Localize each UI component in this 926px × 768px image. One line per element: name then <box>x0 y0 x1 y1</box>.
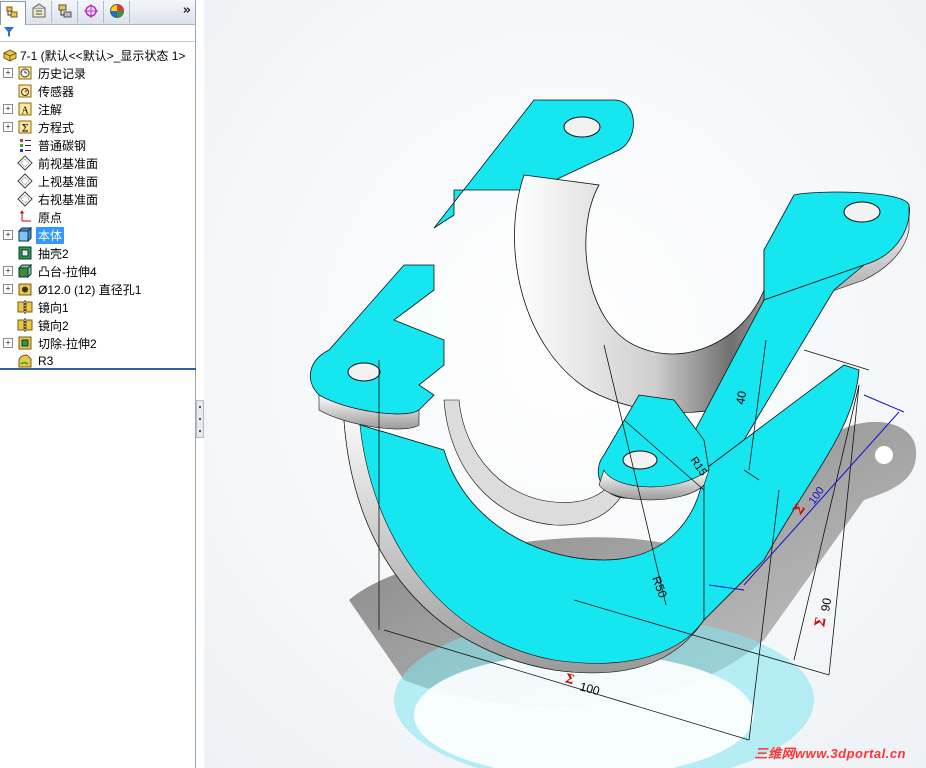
part-icon <box>2 47 18 63</box>
expand-toggle[interactable]: + <box>3 230 13 240</box>
tree-item-label: 镜向2 <box>38 318 69 333</box>
tree-item-label: Ø12.0 (12) 直径孔1 <box>38 282 142 297</box>
equation-icon: Σ <box>17 119 33 135</box>
panel-collapse-handle[interactable] <box>196 400 204 438</box>
svg-text:A: A <box>22 106 30 117</box>
tree-item[interactable]: 上视基准面 <box>0 172 196 190</box>
extrude-icon <box>17 227 33 243</box>
property-manager-tab[interactable] <box>26 1 52 23</box>
tree-item-label: 抽壳2 <box>38 246 69 261</box>
dimxpert-tab[interactable] <box>78 1 104 23</box>
sensor-icon <box>17 83 33 99</box>
expand-toggle[interactable]: + <box>3 68 13 78</box>
tree-item[interactable]: + Ø12.0 (12) 直径孔1 <box>0 280 196 298</box>
tree-item[interactable]: + A 注解 <box>0 100 196 118</box>
model-view: R50 R15 40 100 Σ 90 Σ 100 Σ <box>204 0 926 768</box>
rollback-bar[interactable] <box>0 368 196 370</box>
tree-item-label: 前视基准面 <box>38 156 99 171</box>
filter-icon <box>4 26 14 40</box>
plane-icon <box>17 155 33 171</box>
tree-item[interactable]: + 本体 <box>0 226 196 244</box>
origin-icon <box>17 209 33 225</box>
tree-item[interactable]: 抽壳2 <box>0 244 196 262</box>
cut-extrude-icon <box>17 335 33 351</box>
dim-40[interactable]: 40 <box>733 390 749 406</box>
expand-toggle[interactable]: + <box>3 284 13 294</box>
tree-item[interactable]: 普通碳钢 <box>0 136 196 154</box>
display-icon <box>109 3 125 22</box>
tree-item[interactable]: 镜向1 <box>0 298 196 316</box>
dim-90[interactable]: 90 <box>818 597 834 613</box>
tree-item[interactable]: 原点 <box>0 208 196 226</box>
tree-item[interactable]: + 历史记录 <box>0 64 196 82</box>
feature-manager-panel: » 7-1 (默认<<默认>_显示状态 1> + 历史记录传感器 + A 注解 + Σ 方程式… <box>0 0 196 768</box>
display-manager-tab[interactable] <box>104 1 130 23</box>
tree-item-label: 方程式 <box>38 120 75 135</box>
mirror-icon <box>17 299 33 315</box>
expand-toggle[interactable]: + <box>3 122 13 132</box>
boss-extrude-icon <box>17 263 33 279</box>
tree-item-label: 右视基准面 <box>38 192 99 207</box>
configuration-icon <box>57 3 73 22</box>
svg-text:Σ: Σ <box>22 124 29 135</box>
hole-icon <box>17 281 33 297</box>
property-icon <box>31 2 47 22</box>
tree-item-label: 凸台-拉伸4 <box>38 264 97 279</box>
plane-icon <box>17 191 33 207</box>
shell-icon <box>17 245 33 261</box>
plane-icon <box>17 173 33 189</box>
expand-toggle[interactable]: + <box>3 104 13 114</box>
annotation-icon: A <box>17 101 33 117</box>
tree-item[interactable]: + 切除-拉伸2 <box>0 334 196 352</box>
tree-item-label: 切除-拉伸2 <box>38 336 97 351</box>
tree-root-part[interactable]: 7-1 (默认<<默认>_显示状态 1> <box>0 46 196 64</box>
material-icon <box>17 137 33 153</box>
watermark-text: 三维网www.3dportal.cn <box>754 746 906 761</box>
panel-tab-bar: » <box>0 0 195 25</box>
tree-item-label: R3 <box>38 354 54 368</box>
tree-item[interactable]: 右视基准面 <box>0 190 196 208</box>
tree-item-label: 普通碳钢 <box>38 138 87 153</box>
dimxpert-icon <box>83 3 99 22</box>
tree-item-label: 上视基准面 <box>38 174 99 189</box>
more-tabs-button[interactable]: » <box>183 3 191 18</box>
tree-item[interactable]: + Σ 方程式 <box>0 118 196 136</box>
graphics-area[interactable]: R50 R15 40 100 Σ 90 Σ 100 Σ 三维网www.3dpor… <box>204 0 926 768</box>
tree-item[interactable]: 前视基准面 <box>0 154 196 172</box>
tree-item[interactable]: + 凸台-拉伸4 <box>0 262 196 280</box>
tree-root-label: 7-1 (默认<<默认>_显示状态 1> <box>20 48 186 63</box>
tree-item-label: 注解 <box>38 102 63 117</box>
tree-item-label: 传感器 <box>38 84 75 99</box>
feature-tree-icon <box>5 4 21 23</box>
tree-item-label: 历史记录 <box>38 66 87 81</box>
tree-item[interactable]: 镜向2 <box>0 316 196 334</box>
mirror-icon <box>17 317 33 333</box>
tree-item-label: 本体 <box>36 226 65 244</box>
history-icon <box>17 65 33 81</box>
configuration-manager-tab[interactable] <box>52 1 78 23</box>
tree-item[interactable]: 传感器 <box>0 82 196 100</box>
feature-tree: 7-1 (默认<<默认>_显示状态 1> + 历史记录传感器 + A 注解 + Σ 方程式普通… <box>0 42 195 368</box>
tree-filter-bar[interactable] <box>0 25 195 42</box>
feature-manager-tab[interactable] <box>0 0 26 25</box>
tree-item-label: 镜向1 <box>38 300 69 315</box>
expand-toggle[interactable]: + <box>3 266 13 276</box>
fillet-icon <box>17 353 33 369</box>
tree-item-label: 原点 <box>38 210 63 225</box>
expand-toggle[interactable]: + <box>3 338 13 348</box>
